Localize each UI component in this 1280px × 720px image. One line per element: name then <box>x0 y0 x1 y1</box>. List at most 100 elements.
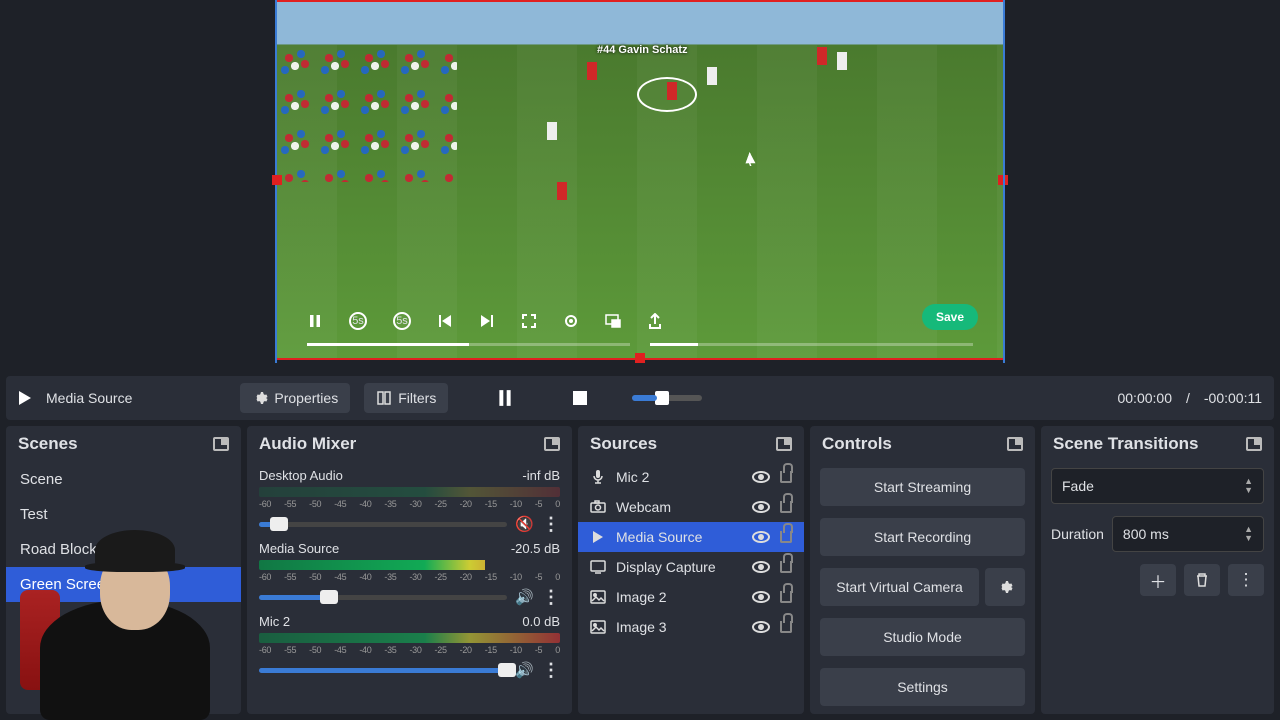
properties-button[interactable]: Properties <box>240 383 350 413</box>
save-button[interactable]: Save <box>922 304 978 330</box>
play-icon[interactable] <box>18 390 32 406</box>
forward-5s-icon[interactable]: 5s <box>393 312 411 330</box>
current-source-label: Media Source <box>46 390 132 406</box>
mute-icon[interactable]: 🔇 <box>515 515 534 533</box>
scene-transitions-panel: Scene Transitions Fade ▲▼ Duration 800 m… <box>1041 426 1274 714</box>
preview-selection-frame[interactable]: #44 Gavin Schatz 5s 5s Save <box>275 0 1005 360</box>
duration-label: Duration <box>1051 526 1104 542</box>
chevron-updown-icon: ▲▼ <box>1244 525 1253 543</box>
pause-button[interactable] <box>496 388 514 408</box>
source-item[interactable]: Media Source <box>578 522 804 552</box>
source-item[interactable]: Image 3 <box>578 612 804 642</box>
settings-gear-icon[interactable] <box>563 313 579 329</box>
source-name: Image 2 <box>616 589 742 605</box>
scene-item[interactable]: Green Screen <box>6 567 241 602</box>
play-icon <box>590 529 606 545</box>
source-item[interactable]: Webcam <box>578 492 804 522</box>
filters-icon <box>376 390 392 406</box>
channel-name: Desktop Audio <box>259 468 343 483</box>
dock-icon[interactable] <box>1246 437 1262 451</box>
visibility-toggle[interactable] <box>752 591 770 603</box>
lock-toggle[interactable] <box>780 591 792 603</box>
add-transition-button[interactable]: ＋ <box>1140 564 1176 596</box>
channel-name: Mic 2 <box>259 614 290 629</box>
share-icon[interactable] <box>647 313 663 329</box>
source-name: Mic 2 <box>616 469 742 485</box>
lock-toggle[interactable] <box>780 471 792 483</box>
source-item[interactable]: Mic 2 <box>578 462 804 492</box>
scene-item[interactable]: Test <box>6 497 241 532</box>
settings-button[interactable]: Settings <box>820 668 1025 706</box>
start-virtual-camera-button[interactable]: Start Virtual Camera <box>820 568 979 606</box>
controls-panel: Controls Start Streaming Start Recording… <box>810 426 1035 714</box>
channel-db: -20.5 dB <box>511 541 560 556</box>
gear-icon <box>997 579 1013 595</box>
camera-icon <box>590 499 606 515</box>
chevron-updown-icon: ▲▼ <box>1244 477 1253 495</box>
filters-button[interactable]: Filters <box>364 383 448 413</box>
volume-slider[interactable] <box>259 668 507 673</box>
preview-video-content: #44 Gavin Schatz <box>277 2 1003 358</box>
speaker-icon[interactable]: 🔊 <box>515 661 534 679</box>
visibility-toggle[interactable] <box>752 531 770 543</box>
source-item[interactable]: Image 2 <box>578 582 804 612</box>
display-icon <box>590 559 606 575</box>
visibility-toggle[interactable] <box>752 471 770 483</box>
visibility-toggle[interactable] <box>752 501 770 513</box>
dock-icon[interactable] <box>1007 437 1023 451</box>
channel-db: -inf dB <box>522 468 560 483</box>
pause-icon[interactable] <box>307 313 323 329</box>
lock-toggle[interactable] <box>780 531 792 543</box>
next-icon[interactable] <box>479 313 495 329</box>
dock-icon[interactable] <box>776 437 792 451</box>
panel-title: Audio Mixer <box>259 434 356 454</box>
cursor-icon <box>747 152 759 170</box>
plus-icon: ＋ <box>1150 568 1167 593</box>
mixer-channel: Mic 20.0 dB -60-55-50-45-40-35-30-25-20-… <box>247 608 572 681</box>
remove-transition-button[interactable] <box>1184 564 1220 596</box>
volume-slider[interactable] <box>259 522 507 527</box>
video-progress-left[interactable] <box>307 343 630 346</box>
lock-toggle[interactable] <box>780 501 792 513</box>
player-annotation: #44 Gavin Schatz <box>597 44 688 56</box>
video-progress-right[interactable] <box>650 343 973 346</box>
virtual-camera-settings-button[interactable] <box>985 568 1025 606</box>
fullscreen-icon[interactable] <box>521 313 537 329</box>
dock-icon[interactable] <box>544 437 560 451</box>
duration-input[interactable]: 800 ms ▲▼ <box>1112 516 1264 552</box>
visibility-toggle[interactable] <box>752 561 770 573</box>
dock-icon[interactable] <box>213 437 229 451</box>
lock-toggle[interactable] <box>780 561 792 573</box>
rewind-5s-icon[interactable]: 5s <box>349 312 367 330</box>
prev-icon[interactable] <box>437 313 453 329</box>
start-streaming-button[interactable]: Start Streaming <box>820 468 1025 506</box>
audio-mixer-panel: Audio Mixer Desktop Audio -inf dB -60-55-… <box>247 426 572 714</box>
db-scale: -60-55-50-45-40-35-30-25-20-15-10-50 <box>259 645 560 655</box>
scene-item[interactable]: Scene <box>6 462 241 497</box>
speaker-icon[interactable]: 🔊 <box>515 588 534 606</box>
channel-menu-button[interactable]: ⋮ <box>542 514 560 535</box>
source-item[interactable]: Display Capture <box>578 552 804 582</box>
visibility-toggle[interactable] <box>752 621 770 633</box>
start-recording-button[interactable]: Start Recording <box>820 518 1025 556</box>
pip-icon[interactable] <box>605 313 621 329</box>
sources-panel: Sources Mic 2 Webcam Media Source Displa… <box>578 426 804 714</box>
mixer-channel: Desktop Audio-inf dB -60-55-50-45-40-35-… <box>247 462 572 535</box>
transition-select[interactable]: Fade ▲▼ <box>1051 468 1264 504</box>
seek-slider[interactable] <box>632 395 702 401</box>
channel-menu-button[interactable]: ⋮ <box>542 660 560 681</box>
gear-icon <box>252 390 268 406</box>
channel-name: Media Source <box>259 541 339 556</box>
source-name: Display Capture <box>616 559 742 575</box>
audio-meter <box>259 487 560 497</box>
image-icon <box>590 589 606 605</box>
studio-mode-button[interactable]: Studio Mode <box>820 618 1025 656</box>
scene-item[interactable]: Road Blocks <box>6 532 241 567</box>
transition-menu-button[interactable]: ⋮ <box>1228 564 1264 596</box>
volume-slider[interactable] <box>259 595 507 600</box>
stop-button[interactable] <box>572 390 588 406</box>
channel-menu-button[interactable]: ⋮ <box>542 587 560 608</box>
lock-toggle[interactable] <box>780 621 792 633</box>
source-name: Image 3 <box>616 619 742 635</box>
trash-icon <box>1194 572 1210 588</box>
